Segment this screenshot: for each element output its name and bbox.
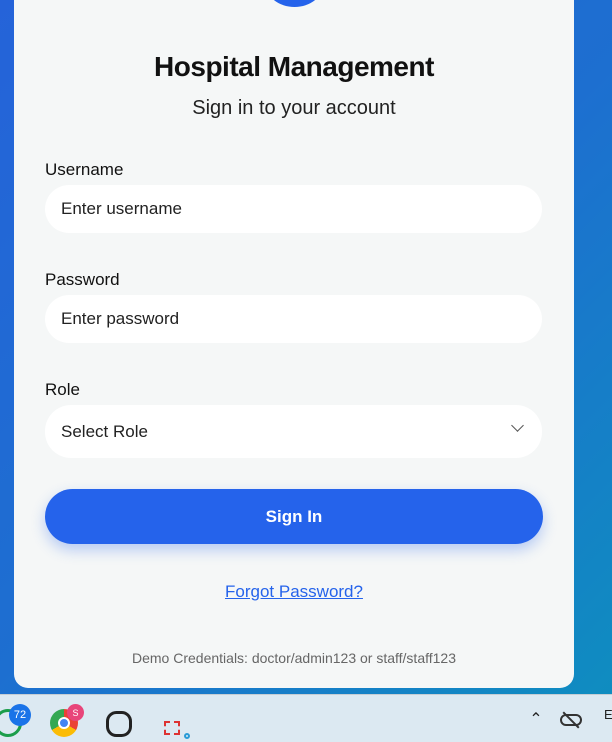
password-label: Password	[45, 270, 120, 289]
forgot-password-link[interactable]: Forgot Password?	[14, 582, 574, 602]
role-value: Select Role	[61, 421, 148, 441]
chrome-icon[interactable]: S	[50, 704, 84, 737]
username-placeholder: Enter username	[61, 199, 182, 218]
hospital-logo-icon	[265, 0, 324, 7]
taskbar: 72 S ⌃ E	[0, 694, 612, 742]
role-label: Role	[45, 380, 80, 399]
password-input[interactable]: Enter password	[45, 295, 542, 343]
role-select[interactable]: Select Role	[45, 405, 542, 458]
clipped-tray-text: E	[604, 707, 612, 722]
demo-credentials: Demo Credentials: doctor/admin123 or sta…	[132, 650, 456, 666]
chevron-down-icon	[511, 419, 524, 432]
login-card: Hospital Management Sign in to your acco…	[14, 0, 574, 688]
username-input[interactable]: Enter username	[45, 185, 542, 233]
sign-in-button[interactable]: Sign In	[45, 489, 543, 544]
whatsapp-icon[interactable]: 72	[0, 704, 31, 737]
forgot-password-text[interactable]: Forgot Password?	[225, 582, 363, 601]
password-placeholder: Enter password	[61, 309, 180, 328]
page-title: Hospital Management	[154, 51, 434, 82]
username-label: Username	[45, 160, 124, 179]
chevron-up-icon[interactable]: ⌃	[521, 705, 551, 735]
whatsapp-badge: 72	[9, 704, 31, 726]
page-subtitle: Sign in to your account	[192, 97, 396, 119]
snipping-tool-icon[interactable]	[162, 705, 192, 739]
chrome-badge: S	[67, 704, 84, 721]
chatgpt-icon[interactable]	[106, 705, 136, 737]
onedrive-offline-icon[interactable]	[557, 705, 587, 735]
